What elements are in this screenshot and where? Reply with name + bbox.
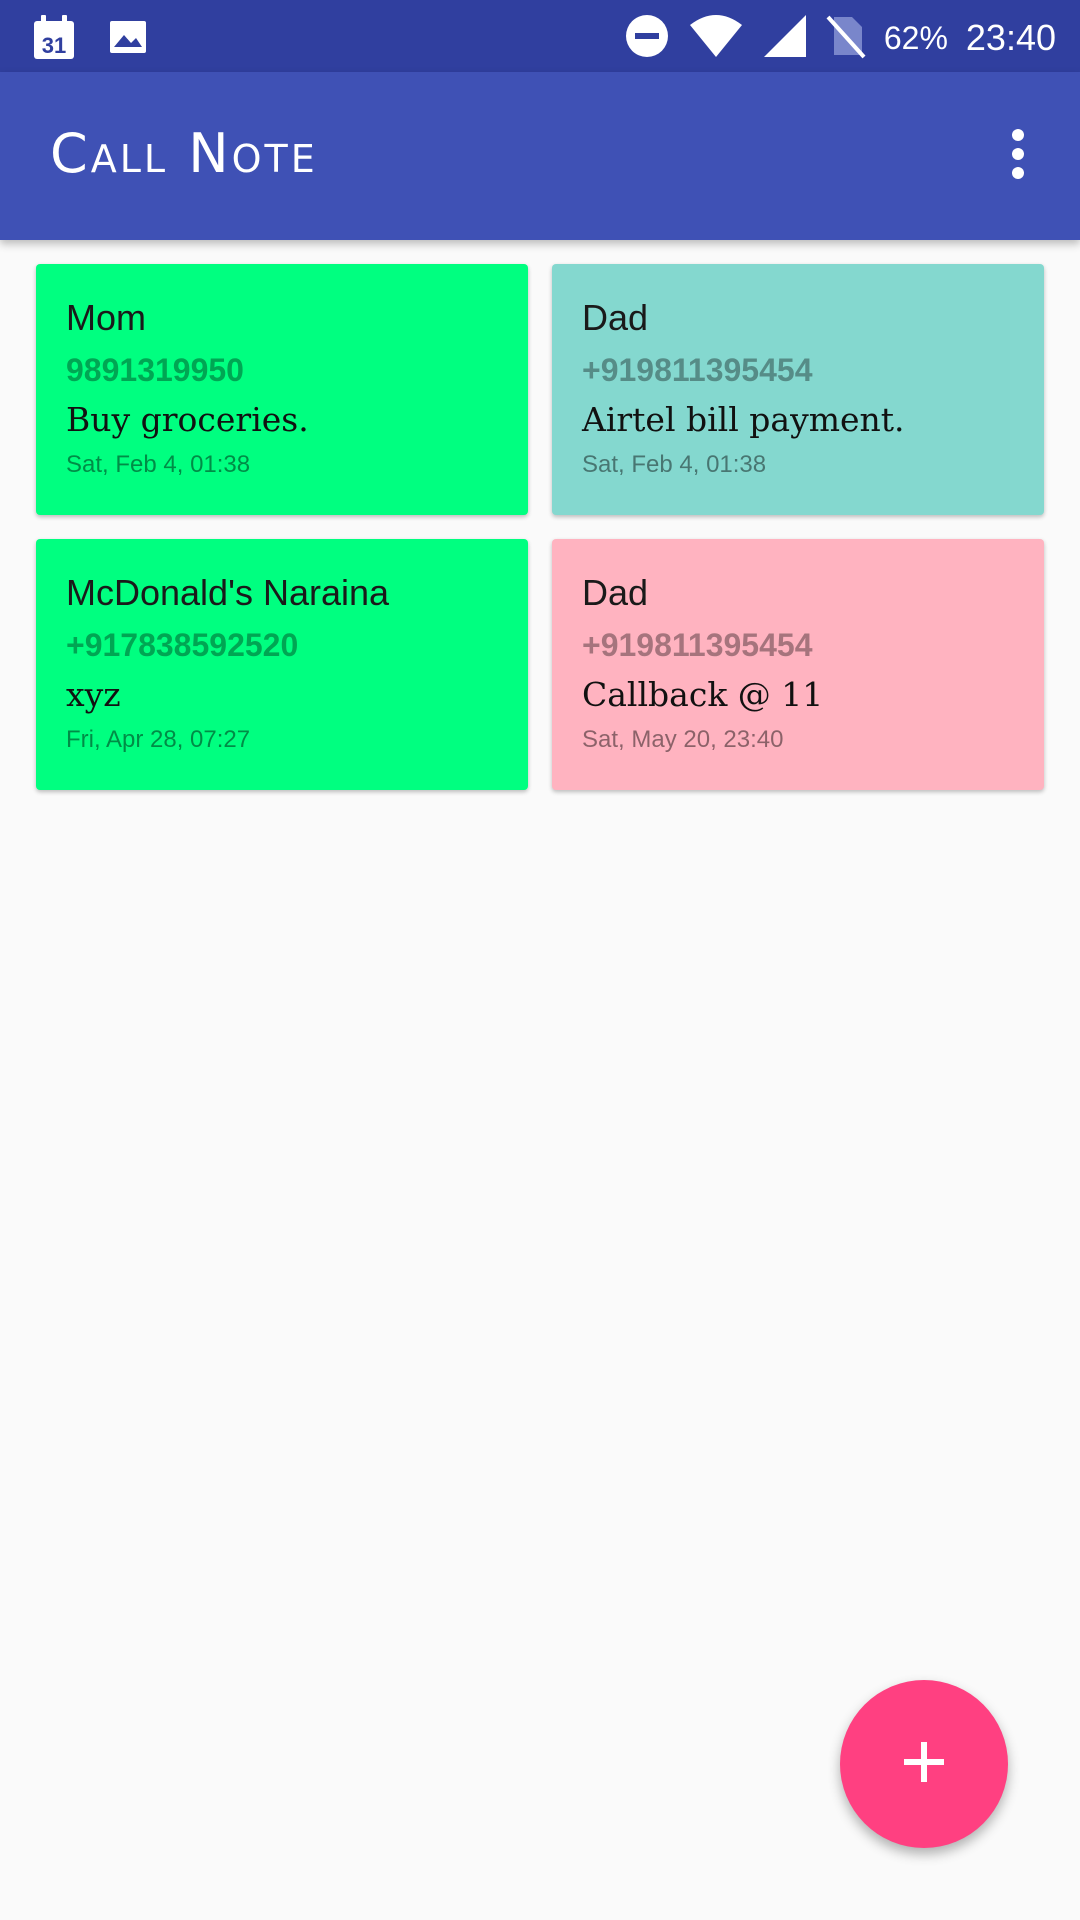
note-text: Airtel bill payment. bbox=[582, 400, 905, 439]
note-date: Sat, Feb 4, 01:38 bbox=[582, 451, 767, 478]
note-phone-number: +919811395454 bbox=[582, 627, 813, 663]
app-bar: Call Note bbox=[0, 72, 1080, 240]
note-card[interactable]: McDonald's Naraina +917838592520 xyz Fri… bbox=[36, 539, 528, 790]
note-card[interactable]: Mom 9891319950 Buy groceries. Sat, Feb 4… bbox=[36, 264, 528, 515]
battery-percent: 62% bbox=[883, 20, 948, 56]
calendar-day-label: 31 bbox=[42, 33, 66, 58]
cell-signal-icon bbox=[762, 13, 808, 63]
note-text: Callback @ 11 bbox=[582, 675, 824, 714]
note-contact-name: Mom bbox=[66, 297, 146, 338]
more-vert-icon bbox=[1010, 128, 1026, 184]
add-note-button[interactable] bbox=[840, 1680, 1008, 1848]
note-contact-name: Dad bbox=[582, 572, 649, 613]
note-contact-name: McDonald's Naraina bbox=[66, 572, 390, 613]
no-sim-icon bbox=[826, 13, 866, 63]
note-card[interactable]: Dad +919811395454 Airtel bill payment. S… bbox=[552, 264, 1044, 515]
note-text: Buy groceries. bbox=[66, 400, 309, 439]
wifi-icon bbox=[688, 13, 744, 63]
do-not-disturb-icon bbox=[624, 13, 670, 63]
overflow-menu-button[interactable] bbox=[986, 116, 1050, 196]
calendar-icon: 31 bbox=[30, 13, 78, 65]
note-date: Sat, Feb 4, 01:38 bbox=[66, 451, 251, 478]
note-date: Fri, Apr 28, 07:27 bbox=[66, 726, 251, 753]
note-phone-number: +919811395454 bbox=[582, 352, 813, 388]
status-bar: 31 62% 23:40 bbox=[0, 0, 1080, 72]
notes-grid: Mom 9891319950 Buy groceries. Sat, Feb 4… bbox=[36, 264, 1044, 790]
note-card[interactable]: Dad +919811395454 Callback @ 11 Sat, May… bbox=[552, 539, 1044, 790]
page-title: Call Note bbox=[50, 122, 318, 185]
note-contact-name: Dad bbox=[582, 297, 649, 338]
image-icon bbox=[106, 15, 150, 63]
note-text: xyz bbox=[66, 675, 121, 714]
note-phone-number: 9891319950 bbox=[66, 352, 244, 388]
note-date: Sat, May 20, 23:40 bbox=[582, 726, 784, 753]
add-icon bbox=[902, 1740, 946, 1788]
note-phone-number: +917838592520 bbox=[66, 627, 299, 663]
status-time: 23:40 bbox=[965, 17, 1056, 58]
